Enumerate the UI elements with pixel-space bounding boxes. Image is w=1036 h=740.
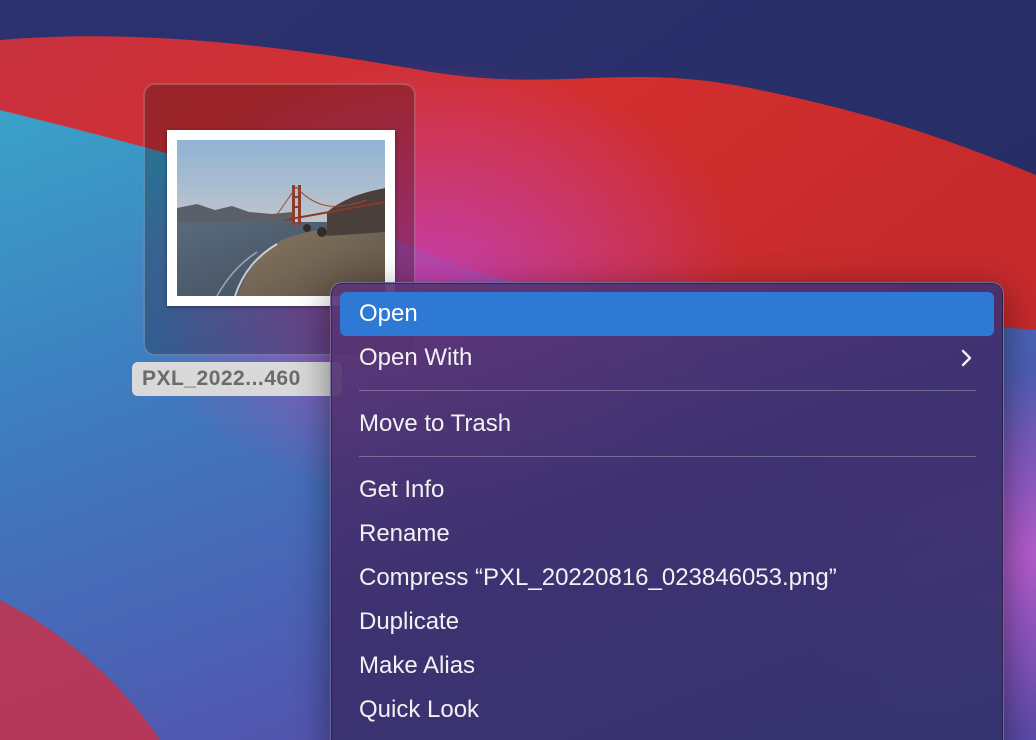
menu-item-open[interactable]: Open [340, 292, 994, 336]
menu-item-get-info[interactable]: Get Info [340, 468, 994, 512]
menu-item-label: Make Alias [359, 652, 476, 679]
menu-item-move-to-trash[interactable]: Move to Trash [340, 402, 994, 446]
menu-item-label: Open [359, 300, 418, 327]
menu-item-label: Quick Look [359, 696, 480, 723]
photo-thumbnail-icon [177, 140, 385, 296]
menu-separator [359, 390, 976, 391]
menu-item-label: Duplicate [359, 608, 460, 635]
menu-item-open-with[interactable]: Open With [340, 336, 994, 380]
chevron-right-icon [960, 336, 976, 380]
menu-item-quick-look[interactable]: Quick Look [340, 688, 994, 732]
menu-separator [359, 456, 976, 457]
context-menu: Open Open With Move to Trash Get Info Re… [330, 282, 1004, 740]
desktop[interactable]: PXL_2022...460 Open Open With Move to Tr… [0, 0, 1036, 740]
menu-item-rename[interactable]: Rename [340, 512, 994, 556]
menu-item-make-alias[interactable]: Make Alias [340, 644, 994, 688]
menu-item-label: Compress “PXL_20220816_023846053.png” [359, 564, 837, 591]
menu-item-label: Open With [359, 344, 473, 371]
file-thumbnail[interactable] [167, 130, 395, 306]
menu-item-label: Move to Trash [359, 410, 512, 437]
menu-item-compress[interactable]: Compress “PXL_20220816_023846053.png” [340, 556, 994, 600]
menu-item-label: Get Info [359, 476, 445, 503]
menu-item-label: Rename [359, 520, 450, 547]
menu-item-duplicate[interactable]: Duplicate [340, 600, 994, 644]
file-name-label[interactable]: PXL_2022...460 [132, 362, 342, 396]
